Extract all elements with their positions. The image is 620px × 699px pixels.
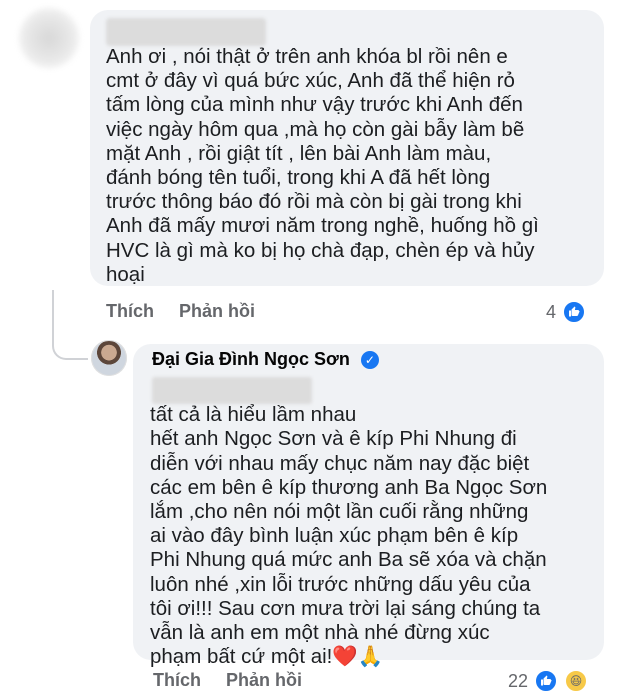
comment-text: Anh ơi , nói thật ở trên anh khóa bl rồi… [106, 45, 539, 286]
like-button[interactable]: Thích [106, 301, 154, 321]
comment-actions: Thích Phản hồi [106, 301, 275, 322]
reaction-count: 4 [545, 301, 556, 322]
reply-button[interactable]: Phản hồi [226, 670, 302, 690]
haha-icon: 😆 [564, 669, 588, 693]
reaction-count: 22 [507, 670, 528, 691]
reply-button[interactable]: Phản hồi [179, 301, 255, 321]
reply-body-text: tất cả là hiểu lầm nhau hết anh Ngọc Sơn… [150, 403, 548, 669]
verified-badge-icon: ✓ [360, 351, 379, 370]
reply-text: tất cả là hiểu lầm nhau hết anh Ngọc Sơn… [150, 379, 600, 669]
reply-thread-line [52, 290, 88, 360]
like-icon [534, 669, 558, 693]
redacted-commenter-name [106, 18, 266, 46]
redacted-avatar [19, 8, 79, 68]
pray-emoji: 🙏 [357, 645, 384, 669]
heart-emoji: ❤️ [332, 645, 358, 669]
reply-author[interactable]: Đại Gia Đình Ngọc Sơn ✓ [152, 349, 379, 370]
like-button[interactable]: Thích [153, 670, 201, 690]
reply-reactions[interactable]: 22 😆 [508, 669, 588, 693]
reply-actions: Thích Phản hồi [153, 670, 322, 691]
like-icon [562, 300, 586, 324]
page-avatar[interactable] [91, 340, 127, 376]
comment-reactions[interactable]: 4 [546, 300, 586, 324]
